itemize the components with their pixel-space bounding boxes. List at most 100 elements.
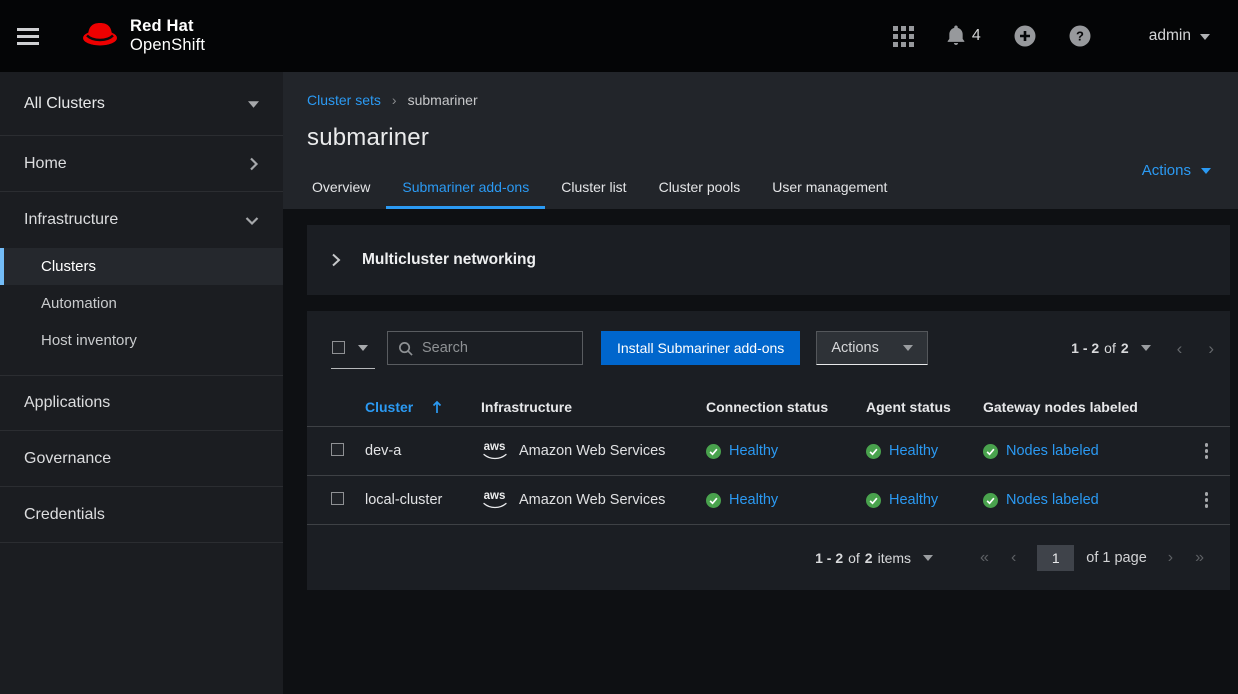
redhat-openshift-logo[interactable]: Red Hat OpenShift	[79, 17, 205, 56]
sidebar-item-clusters[interactable]: Clusters	[0, 248, 283, 285]
pagination-items-dropdown[interactable]: 1 - 2 of 2 items	[815, 550, 933, 566]
search-box	[387, 331, 583, 365]
aws-icon: aws	[481, 491, 508, 510]
bulk-select-dropdown[interactable]	[331, 327, 375, 369]
agent-status-cell: Healthy	[866, 443, 983, 459]
chevron-right-icon	[248, 157, 259, 171]
tab-overview[interactable]: Overview	[296, 167, 386, 209]
sidebar-item-automation[interactable]: Automation	[0, 285, 283, 322]
sidebar-item-home[interactable]: Home	[0, 136, 283, 192]
prev-page-icon[interactable]: ‹	[1177, 340, 1183, 357]
agent-status-link[interactable]: Healthy	[889, 492, 938, 508]
page-of-label: of 1 page	[1086, 550, 1146, 566]
next-page-icon[interactable]: ›	[1208, 340, 1214, 357]
gateway-nodes-cell: Nodes labeled	[983, 492, 1199, 508]
breadcrumb-link-cluster-sets[interactable]: Cluster sets	[307, 92, 381, 108]
check-circle-success-icon	[866, 493, 881, 508]
tab-cluster-list[interactable]: Cluster list	[545, 167, 642, 209]
pagination-range: 1 - 2	[1071, 340, 1099, 356]
actions-label: Actions	[831, 340, 879, 356]
nav-toggle-hamburger-icon[interactable]	[17, 24, 43, 48]
first-page-icon[interactable]: «	[980, 550, 989, 566]
column-header-gateway-nodes-labeled[interactable]: Gateway nodes labeled	[983, 399, 1199, 415]
sidebar-item-label: Governance	[24, 450, 111, 468]
masthead-toolbar: 4 ? admin	[860, 25, 1210, 48]
column-header-connection-status[interactable]: Connection status	[706, 399, 866, 415]
user-menu-dropdown[interactable]: admin	[1149, 27, 1210, 45]
pagination-total: 2	[865, 550, 873, 566]
sort-ascending-arrow-icon	[432, 400, 442, 414]
perspective-label: All Clusters	[24, 95, 105, 113]
infrastructure-cell: aws Amazon Web Services	[481, 491, 706, 510]
breadcrumb-current: submariner	[408, 92, 478, 108]
help-question-circle-icon[interactable]: ?	[1069, 25, 1091, 47]
page-title: submariner	[307, 124, 1214, 152]
connection-status-link[interactable]: Healthy	[729, 443, 778, 459]
column-header-infrastructure[interactable]: Infrastructure	[481, 399, 706, 415]
aws-icon: aws	[481, 442, 508, 461]
row-checkbox[interactable]	[331, 492, 344, 505]
multicluster-networking-expandable[interactable]: Multicluster networking	[307, 225, 1230, 295]
tab-submariner-add-ons[interactable]: Submariner add-ons	[386, 167, 545, 209]
notifications-button[interactable]: 4	[947, 25, 981, 48]
infrastructure-label: Amazon Web Services	[519, 443, 665, 459]
pagination-of: of	[848, 550, 860, 566]
sidebar-item-infrastructure[interactable]: Infrastructure	[0, 192, 283, 248]
main-area: Cluster sets › submariner submariner Act…	[283, 72, 1238, 694]
sidebar-item-label: Clusters	[41, 258, 96, 275]
gateway-nodes-link[interactable]: Nodes labeled	[1006, 492, 1099, 508]
app-launcher-grid-icon[interactable]	[893, 26, 914, 47]
table-row: local-cluster aws Amazon Web Services	[307, 476, 1230, 525]
aws-logo-text: aws	[484, 442, 506, 454]
column-header-cluster[interactable]: Cluster	[365, 399, 481, 415]
row-kebab-menu-icon[interactable]	[1199, 486, 1215, 515]
notification-count-badge: 4	[972, 27, 981, 45]
column-label: Cluster	[365, 399, 413, 415]
search-input[interactable]	[422, 340, 572, 356]
page-content: Multicluster networking	[283, 209, 1238, 694]
column-header-agent-status[interactable]: Agent status	[866, 399, 983, 415]
infrastructure-cell: aws Amazon Web Services	[481, 442, 706, 461]
toolbar-actions-dropdown[interactable]: Actions	[816, 331, 928, 365]
install-submariner-addons-button[interactable]: Install Submariner add-ons	[601, 331, 800, 365]
table-row: dev-a aws Amazon Web Services	[307, 427, 1230, 476]
sidebar-item-host-inventory[interactable]: Host inventory	[0, 322, 283, 359]
gateway-nodes-cell: Nodes labeled	[983, 443, 1199, 459]
tab-user-management[interactable]: User management	[756, 167, 903, 209]
sidebar-item-governance[interactable]: Governance	[0, 431, 283, 487]
check-circle-success-icon	[983, 493, 998, 508]
chevron-right-icon	[331, 253, 341, 267]
create-plus-circle-icon[interactable]	[1014, 25, 1036, 47]
infrastructure-subnav: Clusters Automation Host inventory	[0, 248, 283, 375]
last-page-icon[interactable]: »	[1195, 550, 1204, 566]
perspective-switcher-all-clusters[interactable]: All Clusters	[0, 72, 283, 136]
sidebar-item-label: Infrastructure	[24, 211, 118, 229]
sidebar-item-label: Home	[24, 155, 67, 173]
row-checkbox[interactable]	[331, 443, 344, 456]
pagination-range: 1 - 2	[815, 550, 843, 566]
select-all-checkbox[interactable]	[332, 341, 345, 354]
pagination-of: of	[1104, 340, 1116, 356]
sidebar-item-credentials[interactable]: Credentials	[0, 487, 283, 543]
connection-status-cell: Healthy	[706, 492, 866, 508]
sidebar-item-label: Automation	[41, 295, 117, 312]
sidebar-item-applications[interactable]: Applications	[0, 375, 283, 431]
check-circle-success-icon	[706, 444, 721, 459]
page-actions-dropdown[interactable]: Actions	[1142, 162, 1211, 179]
search-icon	[398, 341, 413, 356]
expandable-section-title: Multicluster networking	[362, 251, 536, 269]
connection-status-link[interactable]: Healthy	[729, 492, 778, 508]
row-kebab-menu-icon[interactable]	[1199, 437, 1215, 466]
table-header-row: Cluster Infrastructure Connection status…	[307, 387, 1230, 427]
breadcrumb: Cluster sets › submariner	[307, 92, 1214, 108]
next-page-icon[interactable]: ›	[1168, 550, 1173, 566]
prev-page-icon[interactable]: ‹	[1011, 550, 1016, 566]
gateway-nodes-link[interactable]: Nodes labeled	[1006, 443, 1099, 459]
infrastructure-label: Amazon Web Services	[519, 492, 665, 508]
pagination-range-dropdown[interactable]: 1 - 2 of 2	[1071, 340, 1151, 356]
agent-status-link[interactable]: Healthy	[889, 443, 938, 459]
connection-status-cell: Healthy	[706, 443, 866, 459]
tab-cluster-pools[interactable]: Cluster pools	[643, 167, 757, 209]
current-page-input[interactable]	[1037, 545, 1074, 571]
sidebar-item-label: Host inventory	[41, 332, 137, 349]
